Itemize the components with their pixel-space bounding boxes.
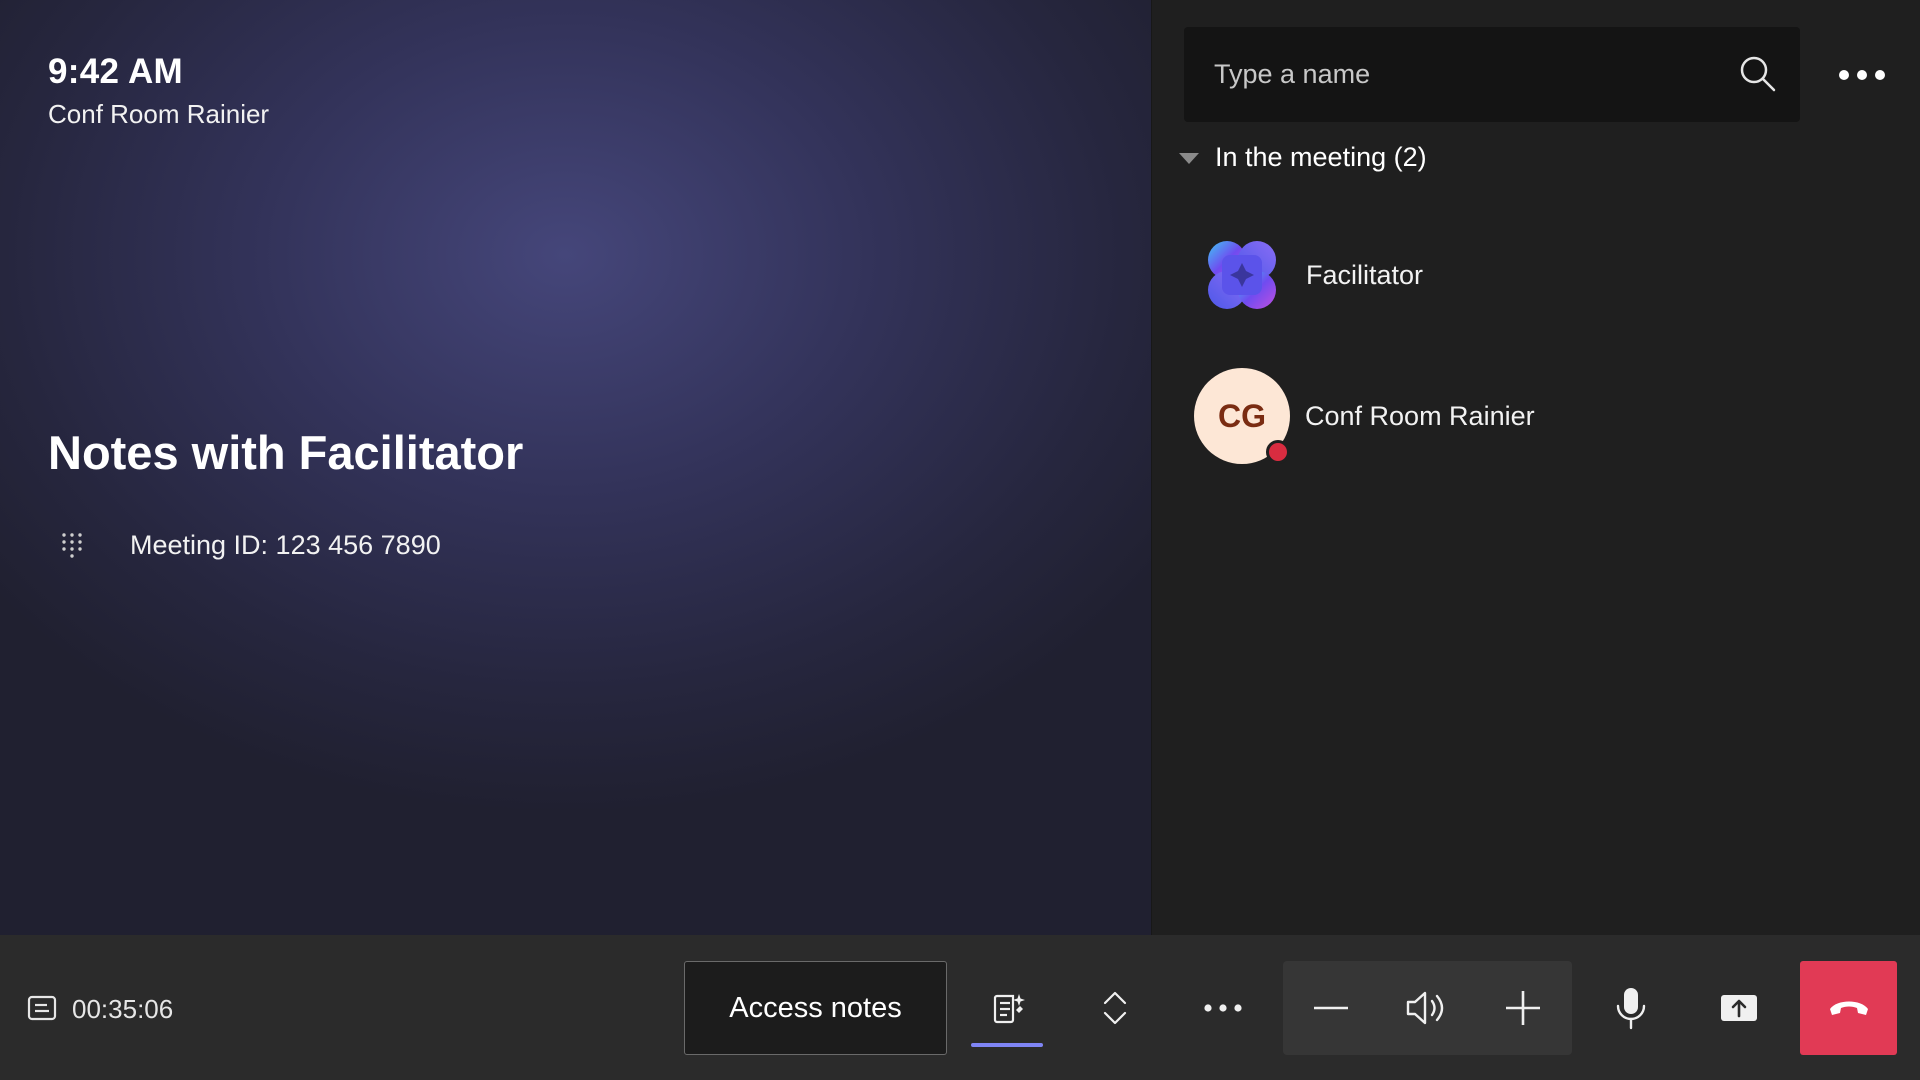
- access-notes-button[interactable]: Access notes: [684, 961, 947, 1055]
- microphone-button[interactable]: [1586, 961, 1676, 1055]
- more-icon: [1839, 70, 1885, 80]
- active-tab-indicator: [971, 1043, 1043, 1047]
- participant-name: Conf Room Rainier: [1305, 400, 1535, 431]
- facilitator-icon: [1208, 241, 1276, 309]
- volume-down-button[interactable]: [1283, 961, 1379, 1055]
- call-timer: 00:35:06: [72, 994, 174, 1024]
- expand-button[interactable]: [1070, 961, 1160, 1055]
- share-screen-icon: [1721, 995, 1757, 1021]
- clock-time: 9:42 AM: [48, 52, 184, 91]
- participant-row-facilitator[interactable]: Facilitator: [1202, 235, 1423, 315]
- speaker-button[interactable]: [1379, 961, 1475, 1055]
- presence-status-dot: [1266, 440, 1290, 464]
- avatar-initials: CG: [1218, 397, 1266, 434]
- speaker-icon: [1406, 991, 1444, 1025]
- end-call-button[interactable]: [1800, 961, 1897, 1055]
- chevron-down-icon: [1179, 152, 1199, 164]
- meeting-id: Meeting ID: 123 456 7890: [130, 530, 441, 560]
- expand-collapse-icon: [1103, 991, 1127, 1025]
- search-input[interactable]: [1184, 27, 1724, 122]
- participant-search[interactable]: [1184, 27, 1800, 122]
- section-label: In the meeting (2): [1215, 142, 1427, 172]
- meeting-title: Notes with Facilitator: [48, 426, 524, 479]
- avatar: CG: [1194, 368, 1290, 464]
- volume-up-button[interactable]: [1475, 961, 1571, 1055]
- share-screen-button[interactable]: [1694, 961, 1784, 1055]
- participant-row-conf-room[interactable]: CG Conf Room Rainier: [1194, 368, 1535, 464]
- room-name: Conf Room Rainier: [48, 99, 270, 129]
- hang-up-icon: [1829, 1001, 1868, 1015]
- participant-name: Facilitator: [1306, 259, 1424, 290]
- microphone-icon: [1616, 988, 1646, 1030]
- volume-up-icon: [1506, 991, 1540, 1025]
- notes-button[interactable]: [964, 961, 1054, 1055]
- panel-more-button[interactable]: [1832, 50, 1892, 100]
- notes-icon: [993, 994, 1025, 1024]
- meeting-id-row: Meeting ID: 123 456 7890: [60, 530, 441, 561]
- caption-icon[interactable]: [27, 995, 57, 1021]
- participants-panel: In the meeting (2) Facilitator: [1151, 0, 1920, 935]
- meeting-stage: 9:42 AM Conf Room Rainier Notes with Fac…: [0, 0, 1151, 935]
- dialpad-icon: [62, 532, 82, 558]
- in-meeting-section-header[interactable]: In the meeting (2): [1177, 142, 1427, 173]
- volume-controls: [1283, 961, 1572, 1055]
- more-icon: [1204, 1004, 1242, 1012]
- volume-down-icon: [1314, 1006, 1348, 1010]
- more-options-button[interactable]: [1178, 961, 1268, 1055]
- search-icon[interactable]: [1738, 54, 1778, 94]
